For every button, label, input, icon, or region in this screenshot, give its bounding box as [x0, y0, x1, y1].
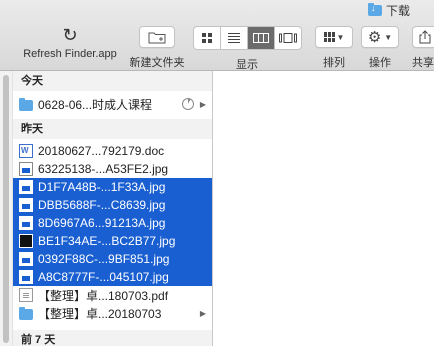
grid-view-icon	[201, 33, 212, 43]
file-name: DBB5688F-...C8639.jpg	[38, 198, 166, 212]
section-last-7-days: 前 7 天	[13, 330, 212, 346]
image-file-icon	[19, 270, 33, 284]
arrange-popup: ▼	[315, 26, 353, 48]
new-folder-button[interactable]: 新建文件夹	[128, 26, 186, 70]
chevron-right-icon: ▶	[199, 99, 206, 109]
folder-icon	[19, 97, 33, 111]
image-file-icon	[19, 234, 33, 248]
chevron-right-icon: ▶	[199, 308, 206, 318]
file-name: 【整理】卓...180703.pdf	[38, 288, 169, 303]
share-label: 共享	[412, 57, 434, 69]
list-item[interactable]: BE1F34AE-...BC2B77.jpg	[13, 232, 212, 250]
preview-column	[213, 71, 434, 346]
list-view-icon	[227, 33, 240, 43]
image-file-icon	[19, 180, 33, 194]
list-item[interactable]: 0392F88C-...9BF851.jpg	[13, 250, 212, 268]
action-label: 操作	[369, 57, 391, 69]
folder-icon	[19, 306, 33, 320]
view-gallery-button[interactable]	[275, 27, 301, 49]
list-item[interactable]: D1F7A48B-...1F33A.jpg	[13, 178, 212, 196]
view-segmented-control	[192, 26, 302, 50]
chevron-down-icon: ▼	[336, 32, 345, 42]
list-item[interactable]: DBB5688F-...C8639.jpg	[13, 196, 212, 214]
vertical-scrollbar-thumb[interactable]	[3, 75, 9, 343]
window-title-label: 下载	[386, 3, 411, 18]
action-button[interactable]: ⚙ ▼ 操作	[360, 26, 400, 70]
new-folder-label: 新建文件夹	[129, 57, 185, 69]
file-name: BE1F34AE-...BC2B77.jpg	[38, 234, 176, 248]
file-name: 0628-06...时成人课程	[38, 97, 153, 112]
refresh-icon: ↻	[62, 25, 78, 45]
share-button[interactable]: 共享	[412, 26, 434, 70]
view-icons-button[interactable]	[194, 27, 221, 49]
share-icon-box	[412, 26, 434, 48]
refresh-finder-label: Refresh Finder.app	[23, 48, 117, 60]
word-document-icon	[19, 144, 33, 158]
file-name: 20180627...792179.doc	[38, 144, 165, 158]
view-columns-button[interactable]	[247, 27, 275, 49]
column-view-icon	[252, 33, 269, 43]
file-name: 8D6967A6...91213A.jpg	[38, 216, 166, 230]
arrange-icon	[323, 32, 335, 42]
list-item[interactable]: A8C8777F-...045107.jpg	[13, 268, 212, 286]
pdf-file-icon	[19, 288, 33, 302]
section-today: 今天	[13, 71, 212, 91]
list-item[interactable]: 【整理】卓...180703.pdf	[13, 286, 212, 304]
list-item[interactable]: 63225138-...A53FE2.jpg	[13, 160, 212, 178]
list-item[interactable]: 8D6967A6...91213A.jpg	[13, 214, 212, 232]
file-name: A8C8777F-...045107.jpg	[38, 270, 169, 284]
window-title: 下载	[368, 2, 410, 18]
list-item[interactable]: 0628-06...时成人课程 ▶	[13, 95, 212, 113]
file-column: 今天 0628-06...时成人课程 ▶ 昨天 20180627...79217…	[13, 71, 212, 346]
file-name: 63225138-...A53FE2.jpg	[38, 162, 169, 176]
action-popup: ⚙ ▼	[361, 26, 399, 48]
list-item[interactable]: 20180627...792179.doc	[13, 142, 212, 160]
file-name: 0392F88C-...9BF851.jpg	[38, 252, 170, 266]
download-progress-icon	[182, 98, 194, 110]
view-label: 显示	[236, 59, 258, 71]
arrange-label: 排列	[323, 57, 345, 69]
list-item[interactable]: 【整理】卓...20180703 ▶	[13, 304, 212, 322]
image-file-icon	[19, 216, 33, 230]
arrange-button[interactable]: ▼ 排列	[314, 26, 354, 70]
share-icon	[419, 30, 430, 44]
image-file-icon	[19, 252, 33, 266]
image-file-icon	[19, 162, 33, 176]
new-folder-icon	[139, 26, 175, 48]
gear-icon: ⚙	[367, 28, 382, 46]
refresh-finder-button[interactable]: ↻ Refresh Finder.app	[20, 25, 120, 60]
chevron-down-icon: ▼	[384, 32, 393, 42]
file-name: 【整理】卓...20180703	[38, 306, 162, 321]
gallery-view-icon	[278, 33, 297, 43]
view-control: 显示	[192, 26, 302, 72]
section-yesterday: 昨天	[13, 119, 212, 139]
toolbar: 下载 ↻ Refresh Finder.app 新建文件夹	[0, 0, 434, 71]
downloads-folder-icon	[368, 2, 382, 16]
file-name: D1F7A48B-...1F33A.jpg	[38, 180, 166, 194]
image-file-icon	[19, 198, 33, 212]
view-list-button[interactable]	[221, 27, 248, 49]
